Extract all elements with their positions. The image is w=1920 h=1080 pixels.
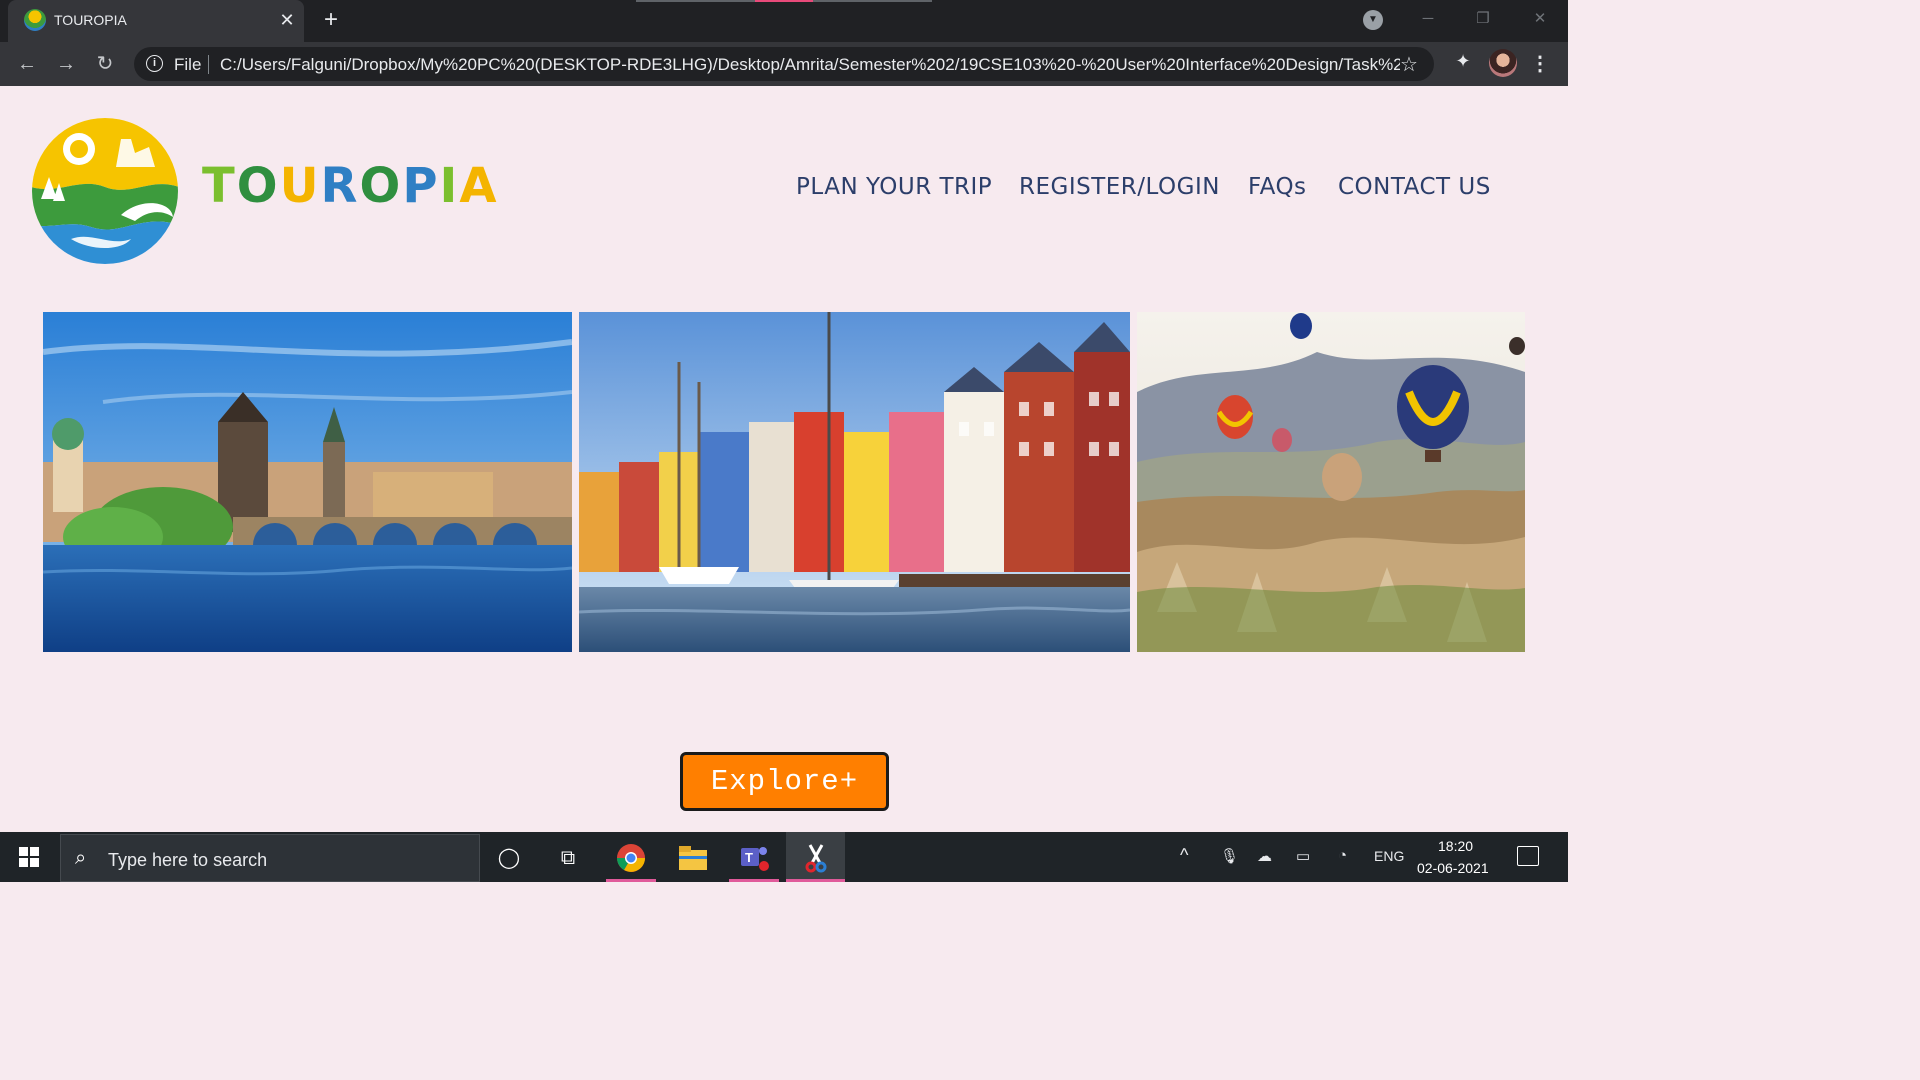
new-tab-button[interactable]: + [318,8,344,34]
site-favicon-icon [24,9,46,31]
show-hidden-icons-chevron-icon[interactable]: ^ [1180,845,1188,866]
brand-letter: R [320,158,360,214]
clock-time[interactable]: 18:20 [1438,838,1473,854]
forward-arrow-icon[interactable]: → [52,50,80,78]
touropia-logo[interactable] [31,117,179,265]
gallery-image-harbor [579,312,1130,652]
address-bar[interactable]: i File C:/Users/Falguni/Dropbox/My%20PC%… [134,47,1434,81]
tab-search-icon[interactable]: ▼ [1363,10,1383,30]
notification-center-icon[interactable] [1517,846,1539,866]
browser-toolbar: ← → ↻ i File C:/Users/Falguni/Dropbox/My… [0,42,1568,86]
brand-letter: P [402,158,440,214]
gallery-image-balloons [1137,312,1525,652]
battery-icon[interactable]: ▭ [1296,847,1310,865]
snipping-active-indicator [786,879,845,882]
brand-letter: O [236,158,280,214]
reload-icon[interactable]: ↻ [91,50,119,78]
browser-tab-strip: TOUROPIA ✕ + ▼ ─ ❐ ✕ [0,0,1568,42]
microphone-icon[interactable]: 🎙 [1220,847,1239,865]
file-explorer-icon[interactable] [677,842,709,874]
language-indicator[interactable]: ENG [1374,848,1404,864]
nav-plan-your-trip[interactable]: PLAN YOUR TRIP [796,174,992,200]
search-icon: ⌕ [75,847,87,869]
webpage: TOUROPIA PLAN YOUR TRIP REGISTER/LOGIN F… [0,86,1568,832]
tab-title: TOUROPIA [54,12,127,28]
taskbar-search-placeholder: Type here to search [108,850,268,870]
windows-start-icon[interactable] [19,847,39,867]
extensions-puzzle-icon[interactable]: ✦ [1452,51,1474,73]
address-url[interactable]: C:/Users/Falguni/Dropbox/My%20PC%20(DESK… [220,55,1400,75]
site-info-icon[interactable]: i [146,55,163,72]
address-scheme-label: File [174,55,202,74]
explore-button[interactable]: Explore+ [680,752,889,811]
nav-faqs[interactable]: FAQs [1248,174,1307,200]
loading-bar-progress [755,0,813,2]
address-divider [208,55,209,74]
profile-avatar[interactable] [1489,49,1517,77]
close-window-icon[interactable]: ✕ [1525,6,1555,32]
snipping-tool-icon[interactable] [800,842,832,874]
chrome-active-indicator [606,879,656,882]
brand-letter: T [202,158,237,214]
cortana-icon[interactable]: ◯ [493,842,525,874]
bookmark-star-icon[interactable]: ☆ [1400,52,1418,77]
restore-window-icon[interactable]: ❐ [1468,6,1498,32]
nav-register-login[interactable]: REGISTER/LOGIN [1019,174,1220,200]
brand-letter: I [439,158,460,214]
browser-menu-icon[interactable]: ⋮ [1530,50,1550,78]
task-view-icon[interactable]: ⧉ [552,842,584,874]
gallery-image-bridge-city [43,312,572,652]
teams-active-indicator [729,879,779,882]
nav-contact-us[interactable]: CONTACT US [1338,174,1491,200]
onedrive-cloud-icon[interactable]: ☁ [1257,847,1272,865]
svg-text:T: T [745,850,753,865]
teams-app-icon[interactable]: T [738,842,770,874]
brand-title[interactable]: TOUROPIA [202,158,499,214]
close-tab-icon[interactable]: ✕ [276,9,298,31]
windows-taskbar: ⌕ Type here to search ◯ ⧉ T ^ 🎙 ☁ ▭ ◔ EN… [0,832,1568,882]
browser-tab[interactable]: TOUROPIA ✕ [8,0,304,42]
wifi-icon[interactable]: ◔ [1338,847,1347,864]
back-arrow-icon[interactable]: ← [13,50,41,78]
taskbar-search-input[interactable]: ⌕ Type here to search [60,834,480,882]
brand-letter: U [279,158,321,214]
brand-letter: O [359,158,403,214]
clock-date[interactable]: 02-06-2021 [1417,860,1489,876]
chrome-app-icon[interactable] [615,842,647,874]
minimize-window-icon[interactable]: ─ [1413,6,1443,32]
brand-letter: A [459,158,499,214]
